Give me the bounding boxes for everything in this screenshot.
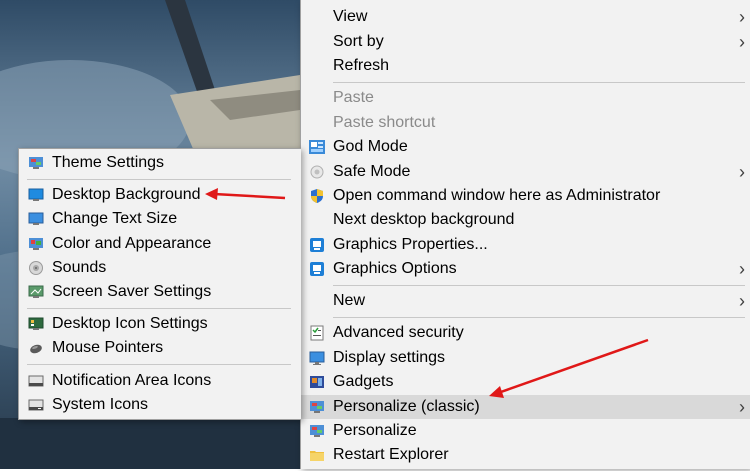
submenu-item-screen-saver-settings-label: Screen Saver Settings [52,283,212,300]
personalize-icon [309,399,325,415]
sounds-icon [28,260,44,276]
menu-item-graphics-properties-label: Graphics Properties... [333,236,488,253]
menu-item-refresh[interactable]: Refresh [301,54,750,78]
menu-item-new[interactable]: New › [301,289,750,313]
menu-item-advanced-security-label: Advanced security [333,324,464,341]
menu-item-god-mode-label: God Mode [333,138,408,155]
menu-item-restart-explorer-label: Restart Explorer [333,446,449,463]
menu-item-paste: Paste [301,86,750,110]
submenu-item-system-icons[interactable]: System Icons [19,393,301,417]
submenu-item-change-text-size[interactable]: Change Text Size [19,207,301,231]
submenu-item-change-text-size-label: Change Text Size [52,210,178,227]
chevron-right-icon: › [739,32,745,52]
submenu-item-desktop-icon-settings[interactable]: Desktop Icon Settings [19,312,301,336]
menu-item-new-label: New [333,292,366,309]
control-panel-icon [309,139,325,155]
submenu-item-mouse-pointers[interactable]: Mouse Pointers [19,336,301,360]
menu-item-next-desktop-background[interactable]: Next desktop background [301,208,750,232]
menu-separator [27,364,291,365]
menu-item-open-command-window-admin[interactable]: Open command window here as Administrato… [301,184,750,208]
submenu-item-system-icons-label: System Icons [52,396,149,413]
chevron-right-icon: › [739,397,745,417]
menu-item-safe-mode-label: Safe Mode [333,163,411,180]
menu-separator [27,308,291,309]
desktop-icon-settings-icon [28,316,44,332]
menu-item-personalize-label: Personalize [333,422,417,439]
menu-item-advanced-security[interactable]: Advanced security [301,321,750,345]
submenu-item-desktop-icon-settings-label: Desktop Icon Settings [52,315,208,332]
menu-item-graphics-options[interactable]: Graphics Options › [301,257,750,281]
display-icon [309,350,325,366]
menu-item-display-settings[interactable]: Display settings [301,346,750,370]
menu-item-gadgets[interactable]: Gadgets [301,370,750,394]
menu-item-personalize[interactable]: Personalize [301,419,750,443]
personalize-icon [309,423,325,439]
submenu-item-notification-area-icons[interactable]: Notification Area Icons [19,369,301,393]
menu-item-paste-shortcut: Paste shortcut [301,111,750,135]
chevron-right-icon: › [739,259,745,279]
submenu-item-desktop-background-label: Desktop Background [52,186,201,203]
menu-item-gadgets-label: Gadgets [333,373,394,390]
gadgets-icon [309,374,325,390]
menu-separator [333,285,745,286]
chevron-right-icon: › [739,291,745,311]
notification-icon [28,373,44,389]
menu-separator [333,82,745,83]
menu-item-sort-by-label: Sort by [333,33,384,50]
system-icons-icon [28,397,44,413]
submenu-item-desktop-background[interactable]: Desktop Background [19,183,301,207]
menu-item-paste-shortcut-label: Paste shortcut [333,114,436,131]
menu-item-paste-label: Paste [333,89,374,106]
menu-item-personalize-classic[interactable]: Personalize (classic) › [301,395,750,419]
submenu-item-color-and-appearance[interactable]: Color and Appearance [19,232,301,256]
desktop-background-icon [28,187,44,203]
desktop-context-menu: View › Sort by › Refresh Paste Paste sho… [300,0,750,469]
submenu-item-sounds-label: Sounds [52,259,107,276]
menu-item-graphics-options-label: Graphics Options [333,260,457,277]
submenu-item-screen-saver-settings[interactable]: Screen Saver Settings [19,280,301,304]
menu-item-open-command-window-admin-label: Open command window here as Administrato… [333,187,661,204]
submenu-item-color-and-appearance-label: Color and Appearance [52,235,212,252]
menu-item-display-settings-label: Display settings [333,349,446,366]
theme-icon [28,155,44,171]
personalize-classic-submenu: Theme Settings Desktop Background Change… [18,148,301,420]
color-icon [28,236,44,252]
submenu-item-mouse-pointers-label: Mouse Pointers [52,339,164,356]
menu-item-next-desktop-background-label: Next desktop background [333,211,515,228]
submenu-item-sounds[interactable]: Sounds [19,256,301,280]
screensaver-icon [28,284,44,300]
menu-item-graphics-properties[interactable]: Graphics Properties... [301,233,750,257]
menu-item-personalize-classic-label: Personalize (classic) [333,398,480,415]
menu-item-god-mode[interactable]: God Mode [301,135,750,159]
submenu-item-theme-settings-label: Theme Settings [52,154,165,171]
mouse-icon [28,340,44,356]
safe-mode-icon [309,164,325,180]
graphics-icon [309,237,325,253]
menu-item-view-label: View [333,8,368,25]
submenu-item-notification-area-icons-label: Notification Area Icons [52,372,212,389]
menu-separator [333,317,745,318]
menu-item-restart-explorer[interactable]: Restart Explorer [301,443,750,467]
uac-shield-icon [309,188,325,204]
menu-item-sort-by[interactable]: Sort by › [301,30,750,54]
submenu-item-theme-settings[interactable]: Theme Settings [19,151,301,175]
menu-item-safe-mode[interactable]: Safe Mode › [301,160,750,184]
menu-separator [27,179,291,180]
monitor-icon [28,211,44,227]
menu-item-refresh-label: Refresh [333,57,390,74]
graphics-icon [309,261,325,277]
chevron-right-icon: › [739,7,745,27]
chevron-right-icon: › [739,162,745,182]
security-icon [309,325,325,341]
folder-icon [309,447,325,463]
menu-item-view[interactable]: View › [301,5,750,29]
